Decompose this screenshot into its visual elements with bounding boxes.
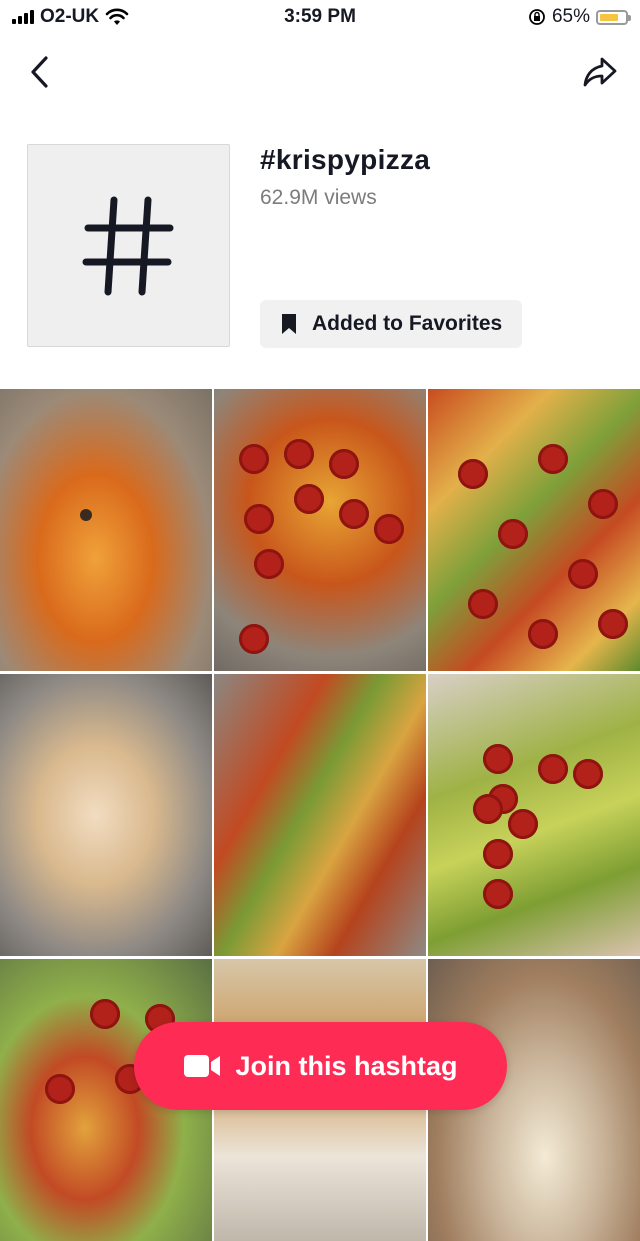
hashtag-views: 62.9M views — [260, 186, 377, 209]
video-thumb-4[interactable] — [0, 674, 212, 956]
share-icon — [583, 57, 617, 87]
favorites-button[interactable]: Added to Favorites — [260, 300, 523, 348]
battery-icon — [596, 9, 631, 25]
join-hashtag-button[interactable]: Join this hashtag — [134, 1022, 507, 1110]
back-icon — [31, 56, 48, 88]
video-thumb-6[interactable] — [428, 674, 640, 956]
video-thumb-5[interactable] — [214, 674, 426, 956]
hashtag-header: #krispypizza 62.9M views Added to Favori… — [0, 140, 640, 355]
hashtag-avatar — [27, 144, 230, 347]
join-hashtag-label: Join this hashtag — [235, 1050, 458, 1081]
back-button[interactable] — [18, 50, 62, 94]
status-right: 65% — [528, 6, 631, 28]
share-button[interactable] — [578, 50, 622, 94]
video-camera-icon — [184, 1055, 221, 1077]
hashtag-icon — [82, 196, 173, 295]
video-thumb-1[interactable] — [0, 389, 212, 671]
video-thumb-3[interactable] — [428, 389, 640, 671]
bookmark-icon — [282, 314, 296, 334]
video-thumb-2[interactable] — [214, 389, 426, 671]
rotation-lock-icon — [529, 9, 545, 25]
hashtag-title: #krispypizza — [260, 144, 431, 175]
status-bar: O2-UK 3:59 PM 65% — [0, 0, 640, 36]
favorites-label: Added to Favorites — [312, 312, 503, 335]
top-nav — [0, 42, 640, 102]
battery-percent: 65% — [551, 6, 590, 27]
